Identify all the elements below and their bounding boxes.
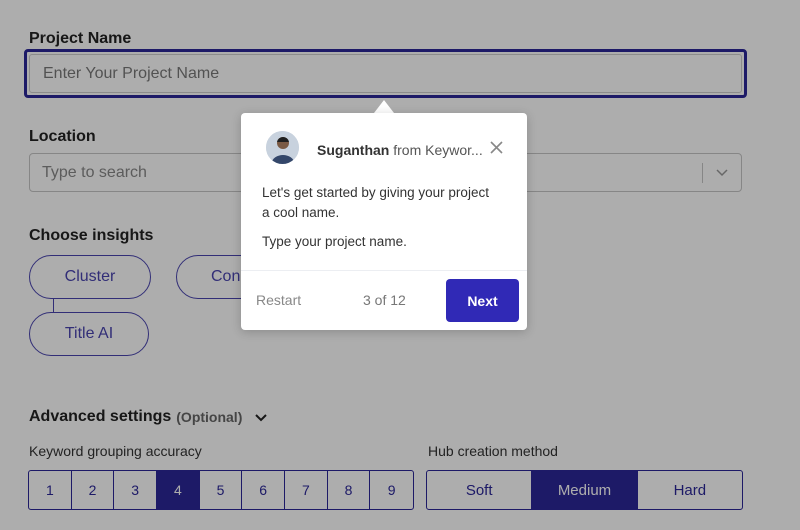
author-source: from Keywor... xyxy=(393,142,483,158)
tour-progress: 3 of 12 xyxy=(363,292,406,308)
popover-arrow xyxy=(374,100,394,113)
tour-instruction: Type your project name. xyxy=(262,234,407,249)
author-name: Suganthan xyxy=(317,142,390,158)
tour-author: Suganthan from Keywor... xyxy=(317,142,487,158)
restart-button[interactable]: Restart xyxy=(256,292,301,308)
tour-popover: Suganthan from Keywor... Let's get start… xyxy=(241,113,527,330)
close-icon[interactable] xyxy=(489,140,504,155)
tour-message: Let's get started by giving your project… xyxy=(262,185,489,220)
popover-divider xyxy=(241,270,527,271)
next-button[interactable]: Next xyxy=(446,279,519,322)
author-avatar xyxy=(266,131,299,164)
